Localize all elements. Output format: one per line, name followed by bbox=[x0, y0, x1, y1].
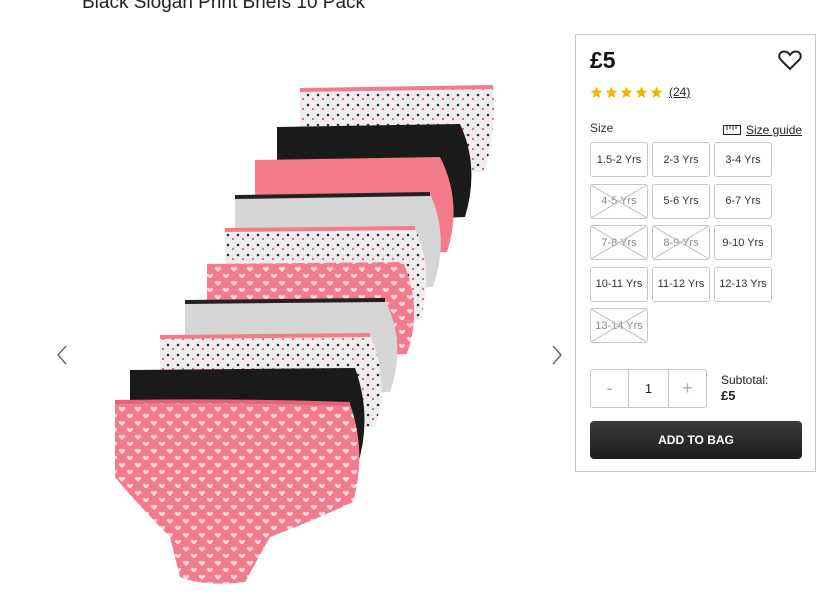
size-option-label: 12-13 Yrs bbox=[719, 278, 767, 290]
size-option-label: 10-11 Yrs bbox=[595, 278, 643, 290]
size-option[interactable]: 3-4 Yrs bbox=[714, 142, 772, 177]
gallery-prev-button[interactable] bbox=[52, 340, 72, 370]
size-option[interactable]: 9-10 Yrs bbox=[714, 225, 772, 260]
size-option-label: 8-9 Yrs bbox=[663, 236, 699, 249]
review-count-link[interactable]: (24) bbox=[669, 85, 690, 99]
size-option-label: 13-14 Yrs bbox=[595, 319, 643, 332]
size-guide-label: Size guide bbox=[746, 123, 803, 137]
brief-10 bbox=[114, 399, 360, 584]
size-guide-link[interactable]: Size guide bbox=[723, 123, 802, 137]
size-option[interactable]: 7-8 Yrs bbox=[590, 225, 648, 260]
size-option[interactable]: 8-9 Yrs bbox=[652, 225, 710, 260]
star-icon bbox=[590, 86, 603, 98]
quantity-stepper: - + bbox=[590, 369, 707, 408]
quantity-input[interactable] bbox=[628, 370, 669, 407]
size-option-label: 1.5-2 Yrs bbox=[596, 153, 642, 166]
quantity-increase-button[interactable]: + bbox=[669, 370, 706, 407]
chevron-right-icon bbox=[552, 345, 562, 365]
size-option[interactable]: 1.5-2 Yrs bbox=[590, 142, 648, 177]
heart-icon[interactable] bbox=[778, 49, 802, 71]
size-option[interactable]: 12-13 Yrs bbox=[714, 266, 772, 302]
star-icon bbox=[650, 86, 663, 98]
star-icon bbox=[605, 86, 618, 98]
size-option[interactable]: 11-12 Yrs bbox=[652, 266, 710, 302]
size-option[interactable]: 10-11 Yrs bbox=[590, 266, 648, 302]
subtotal-value: £5 bbox=[721, 388, 736, 403]
size-label: Size bbox=[590, 121, 614, 135]
ruler-icon bbox=[723, 125, 741, 135]
subtotal: Subtotal: £5 bbox=[721, 372, 768, 404]
chevron-left-icon bbox=[57, 345, 67, 365]
add-to-bag-button[interactable]: ADD TO BAG bbox=[590, 421, 802, 459]
gallery-next-button[interactable] bbox=[547, 340, 567, 370]
page-title: Black Slogan Print Briefs 10 Pack bbox=[82, 0, 366, 13]
size-option[interactable]: 5-6 Yrs bbox=[652, 183, 710, 219]
size-option-label: 4-5 Yrs bbox=[601, 195, 637, 207]
rating: (24) bbox=[590, 85, 690, 99]
star-icon bbox=[620, 86, 633, 98]
size-option-label: 9-10 Yrs bbox=[722, 236, 764, 249]
star-icon bbox=[635, 86, 648, 98]
size-option[interactable]: 6-7 Yrs bbox=[714, 183, 772, 219]
size-option[interactable]: 4-5 Yrs bbox=[590, 183, 648, 219]
size-option-label: 2-3 Yrs bbox=[663, 153, 699, 166]
price: £5 bbox=[590, 47, 616, 73]
size-option-label: 6-7 Yrs bbox=[725, 195, 761, 207]
size-option[interactable]: 13-14 Yrs bbox=[590, 308, 648, 343]
size-option-label: 7-8 Yrs bbox=[601, 236, 637, 249]
subtotal-label: Subtotal: bbox=[721, 373, 769, 387]
product-image bbox=[114, 85, 494, 584]
size-option[interactable]: 2-3 Yrs bbox=[652, 142, 710, 177]
size-option-label: 11-12 Yrs bbox=[657, 278, 705, 290]
size-option-label: 5-6 Yrs bbox=[663, 195, 699, 207]
quantity-decrease-button[interactable]: - bbox=[591, 370, 628, 407]
size-option-label: 3-4 Yrs bbox=[725, 153, 761, 166]
purchase-panel: £5 (24) Size Size guide 1.5-2 Yrs 2-3 Yrs… bbox=[575, 34, 816, 472]
